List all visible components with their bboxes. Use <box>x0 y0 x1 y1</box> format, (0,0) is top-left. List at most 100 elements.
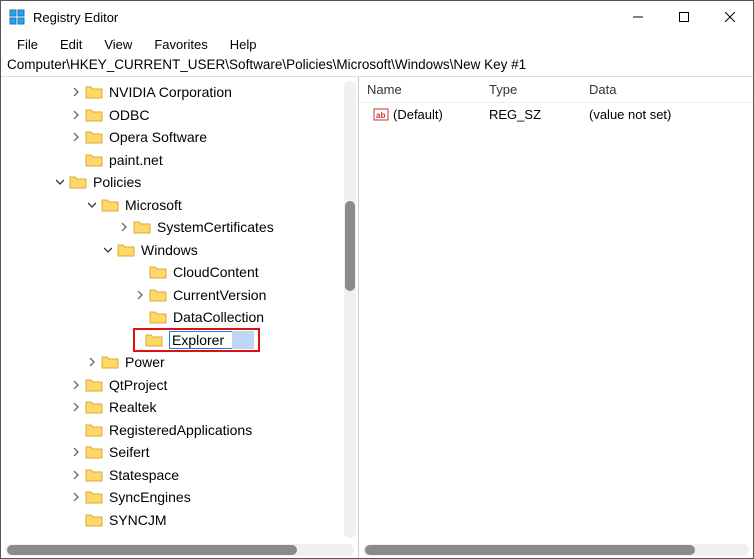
horizontal-scrollbar[interactable] <box>5 544 354 556</box>
tree-label: CloudContent <box>173 265 259 279</box>
chevron-right-icon[interactable] <box>69 400 83 414</box>
folder-icon <box>149 288 167 302</box>
minimize-button[interactable] <box>615 1 661 33</box>
menu-bar: File Edit View Favorites Help <box>1 33 753 55</box>
scroll-thumb[interactable] <box>345 201 355 291</box>
scroll-thumb[interactable] <box>7 545 297 555</box>
chevron-right-icon[interactable] <box>69 108 83 122</box>
tree-item-syncjm[interactable]: SYNCJM <box>1 509 358 532</box>
menu-file[interactable]: File <box>7 35 48 54</box>
title-bar: Registry Editor <box>1 1 753 33</box>
tree-item-newkey-editing[interactable] <box>1 329 358 352</box>
chevron-right-icon[interactable] <box>69 130 83 144</box>
chevron-down-icon[interactable] <box>101 243 115 257</box>
column-name[interactable]: Name <box>359 82 489 97</box>
tree-label: Microsoft <box>125 198 182 212</box>
folder-icon <box>85 85 103 99</box>
tree-label: Opera Software <box>109 130 207 144</box>
column-type[interactable]: Type <box>489 82 589 97</box>
tree-item-microsoft[interactable]: Microsoft <box>1 194 358 217</box>
vertical-scrollbar[interactable] <box>344 81 356 538</box>
tree-pane: NVIDIA Corporation ODBC Opera Software p… <box>1 77 359 558</box>
folder-icon <box>101 355 119 369</box>
folder-icon <box>85 153 103 167</box>
folder-icon <box>117 243 135 257</box>
tree-item-syncengines[interactable]: SyncEngines <box>1 486 358 509</box>
folder-icon <box>85 400 103 414</box>
address-bar[interactable]: Computer\HKEY_CURRENT_USER\Software\Poli… <box>1 55 753 77</box>
chevron-right-icon[interactable] <box>133 288 147 302</box>
tree-item-paintnet[interactable]: paint.net <box>1 149 358 172</box>
tree-label: CurrentVersion <box>173 288 266 302</box>
list-row[interactable]: ab (Default) REG_SZ (value not set) <box>359 103 753 125</box>
chevron-down-icon[interactable] <box>53 175 67 189</box>
tree-label: SYNCJM <box>109 513 167 527</box>
chevron-right-icon[interactable] <box>69 490 83 504</box>
registry-tree[interactable]: NVIDIA Corporation ODBC Opera Software p… <box>1 77 358 542</box>
tree-label: SyncEngines <box>109 490 191 504</box>
chevron-down-icon[interactable] <box>85 198 99 212</box>
close-button[interactable] <box>707 1 753 33</box>
folder-icon <box>85 513 103 527</box>
menu-edit[interactable]: Edit <box>50 35 92 54</box>
folder-icon <box>145 333 163 347</box>
tree-item-seifert[interactable]: Seifert <box>1 441 358 464</box>
string-value-icon: ab <box>373 106 389 122</box>
tree-label: Policies <box>93 175 141 189</box>
value-name: (Default) <box>393 107 443 122</box>
tree-label: Seifert <box>109 445 149 459</box>
folder-icon <box>85 378 103 392</box>
chevron-right-icon[interactable] <box>85 355 99 369</box>
values-pane: Name Type Data ab (Default) REG_SZ (valu… <box>359 77 753 558</box>
folder-icon <box>149 310 167 324</box>
tree-label: NVIDIA Corporation <box>109 85 232 99</box>
folder-icon <box>85 130 103 144</box>
maximize-button[interactable] <box>661 1 707 33</box>
folder-icon <box>133 220 151 234</box>
tree-item-currentversion[interactable]: CurrentVersion <box>1 284 358 307</box>
tree-item-windows[interactable]: Windows <box>1 239 358 262</box>
value-type: REG_SZ <box>489 107 589 122</box>
tree-label: RegisteredApplications <box>109 423 252 437</box>
column-data[interactable]: Data <box>589 82 753 97</box>
menu-favorites[interactable]: Favorites <box>144 35 217 54</box>
chevron-right-icon[interactable] <box>69 468 83 482</box>
chevron-right-icon[interactable] <box>69 445 83 459</box>
workspace: NVIDIA Corporation ODBC Opera Software p… <box>1 77 753 558</box>
tree-label: Realtek <box>109 400 156 414</box>
tree-item-datacollection[interactable]: DataCollection <box>1 306 358 329</box>
folder-icon <box>85 423 103 437</box>
chevron-right-icon[interactable] <box>117 220 131 234</box>
svg-text:ab: ab <box>376 111 385 120</box>
tree-item-nvidia[interactable]: NVIDIA Corporation <box>1 81 358 104</box>
rename-input[interactable] <box>169 331 233 349</box>
tree-item-regapps[interactable]: RegisteredApplications <box>1 419 358 442</box>
list-header: Name Type Data <box>359 77 753 103</box>
tree-item-power[interactable]: Power <box>1 351 358 374</box>
chevron-right-icon[interactable] <box>69 378 83 392</box>
folder-icon <box>69 175 87 189</box>
tree-label: Windows <box>141 243 198 257</box>
folder-icon <box>101 198 119 212</box>
horizontal-scrollbar[interactable] <box>363 544 749 556</box>
folder-icon <box>85 445 103 459</box>
tree-item-odbc[interactable]: ODBC <box>1 104 358 127</box>
folder-icon <box>85 108 103 122</box>
menu-help[interactable]: Help <box>220 35 267 54</box>
tree-item-opera[interactable]: Opera Software <box>1 126 358 149</box>
selection-highlight <box>232 331 254 349</box>
tree-item-cloudcontent[interactable]: CloudContent <box>1 261 358 284</box>
address-text: Computer\HKEY_CURRENT_USER\Software\Poli… <box>7 57 526 72</box>
tree-label: QtProject <box>109 378 167 392</box>
tree-item-statespace[interactable]: Statespace <box>1 464 358 487</box>
tree-item-realtek[interactable]: Realtek <box>1 396 358 419</box>
tree-item-policies[interactable]: Policies <box>1 171 358 194</box>
folder-icon <box>85 468 103 482</box>
chevron-right-icon[interactable] <box>69 85 83 99</box>
tree-item-syscert[interactable]: SystemCertificates <box>1 216 358 239</box>
menu-view[interactable]: View <box>94 35 142 54</box>
tree-label: SystemCertificates <box>157 220 274 234</box>
tree-item-qtproject[interactable]: QtProject <box>1 374 358 397</box>
folder-icon <box>149 265 167 279</box>
scroll-thumb[interactable] <box>365 545 695 555</box>
